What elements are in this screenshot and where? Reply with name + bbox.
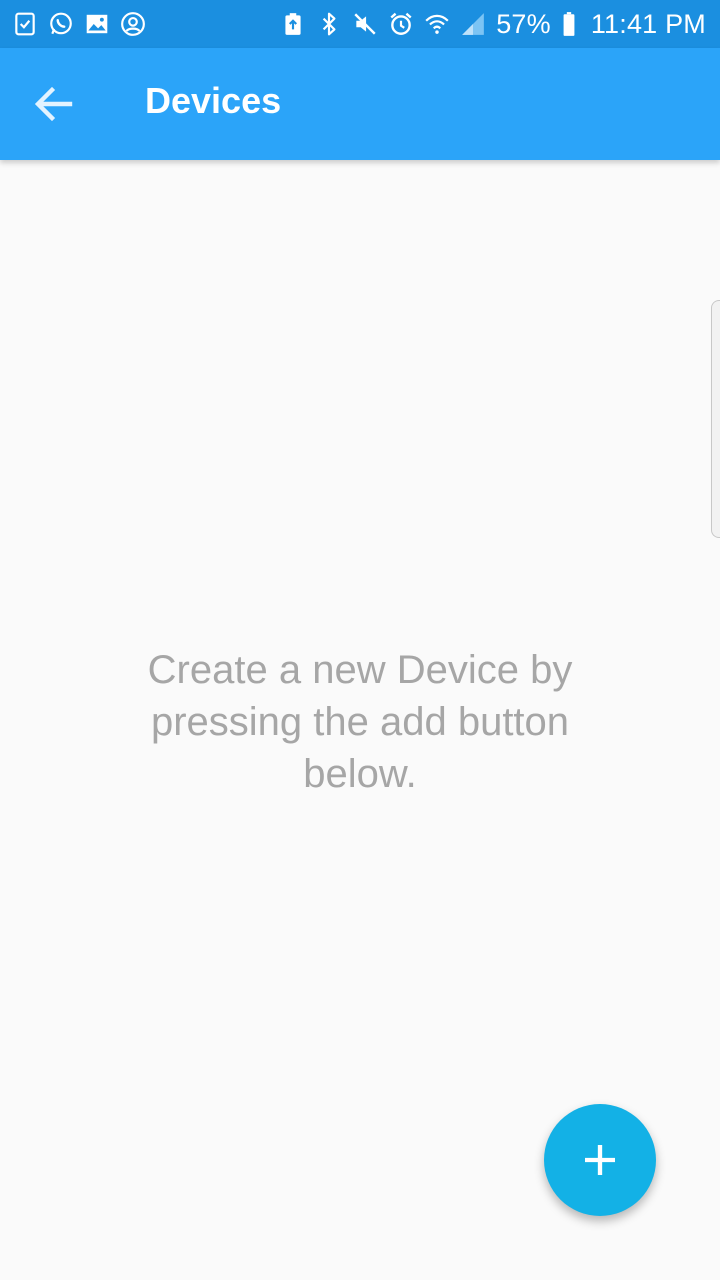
- app-bar: Devices: [0, 48, 720, 160]
- gallery-icon: [84, 11, 110, 37]
- empty-state-message: Create a new Device by pressing the add …: [147, 648, 573, 796]
- task-check-icon: [12, 11, 38, 37]
- plus-icon: [580, 1140, 620, 1180]
- bluetooth-icon: [316, 11, 342, 37]
- page-title: Devices: [145, 80, 282, 121]
- account-circle-icon: [120, 11, 146, 37]
- battery-percent: 57%: [496, 8, 551, 39]
- battery-icon: [561, 11, 577, 37]
- wifi-icon: [424, 11, 450, 37]
- add-device-button[interactable]: [544, 1104, 656, 1216]
- status-right-icons: 57% 11:41 PM: [280, 9, 706, 40]
- status-left-icons: [12, 11, 146, 37]
- devices-screen: 57% 11:41 PM Devices Create a new Device…: [0, 0, 720, 1280]
- alarm-icon: [388, 11, 414, 37]
- whatsapp-icon: [48, 11, 74, 37]
- status-clock: 11:41 PM: [590, 8, 706, 39]
- edge-panel-handle[interactable]: [711, 300, 720, 538]
- arrow-back-icon: [30, 80, 78, 128]
- mute-icon: [352, 11, 378, 37]
- back-button[interactable]: [26, 76, 82, 132]
- battery-saver-icon: [280, 11, 306, 37]
- status-bar: 57% 11:41 PM: [0, 0, 720, 48]
- signal-icon: [460, 11, 486, 37]
